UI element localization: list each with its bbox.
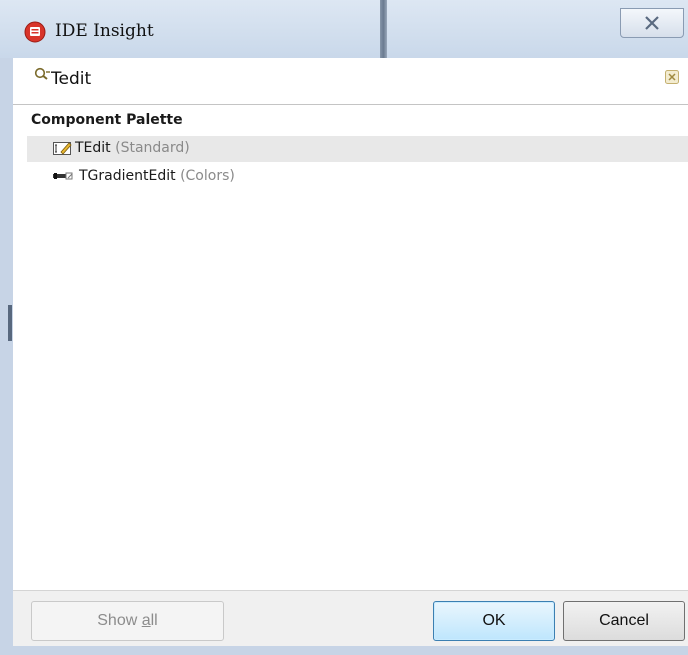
dialog-client-area: Component Palette TEdit (Standard) TGrad… — [13, 58, 688, 646]
window-title: IDE Insight — [55, 21, 154, 41]
close-x-icon — [645, 16, 659, 30]
ide-insight-icon — [24, 21, 46, 43]
dialog-window: IDE Insight Component Palette — [0, 0, 688, 655]
dialog-footer: Show all OK Cancel — [13, 590, 688, 646]
list-item[interactable]: TEdit (Standard) — [27, 136, 688, 162]
show-all-button[interactable]: Show all — [31, 601, 224, 641]
list-item[interactable]: TGradientEdit (Colors) — [27, 164, 688, 190]
clear-icon[interactable] — [665, 70, 679, 84]
list-item-label: TGradientEdit (Colors) — [79, 168, 235, 184]
background-window-edge-left — [8, 305, 12, 341]
cancel-button[interactable]: Cancel — [563, 601, 685, 641]
close-button[interactable] — [620, 8, 684, 38]
tedit-component-icon — [53, 142, 72, 155]
ok-button[interactable]: OK — [433, 601, 555, 641]
show-all-accelerator: a — [141, 612, 151, 629]
search-input[interactable] — [51, 65, 611, 93]
item-name: TEdit — [75, 140, 111, 156]
background-window-edge — [380, 0, 387, 58]
tgradientedit-component-icon — [53, 172, 73, 180]
show-all-label-suffix: ll — [150, 612, 158, 629]
show-all-label-prefix: Show — [97, 612, 142, 629]
title-bar[interactable]: IDE Insight — [0, 0, 688, 58]
item-category: (Colors) — [180, 168, 235, 184]
item-name: TGradientEdit — [79, 168, 176, 184]
item-category: (Standard) — [115, 140, 190, 156]
group-header: Component Palette — [31, 112, 183, 128]
search-bar — [13, 58, 688, 105]
list-item-label: TEdit (Standard) — [75, 140, 190, 156]
search-icon — [34, 67, 50, 80]
results-list[interactable]: Component Palette TEdit (Standard) TGrad… — [13, 105, 688, 590]
